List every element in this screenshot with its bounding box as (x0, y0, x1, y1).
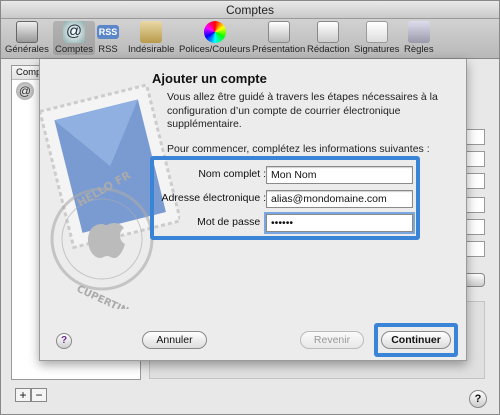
password-field[interactable]: •••••• (266, 214, 413, 232)
password-row: Mot de passe : •••••• (154, 214, 416, 234)
toolbar-label: Générales (5, 44, 49, 55)
email-row: Adresse électronique : alias@mondomaine.… (154, 190, 416, 210)
sheet-prompt: Pour commencer, complétez les informatio… (167, 143, 430, 155)
continue-button[interactable]: Continuer (381, 331, 451, 349)
toolbar-signatures[interactable]: Signatures (354, 21, 399, 55)
rss-icon: RSS (97, 25, 119, 39)
help-button[interactable]: ? (56, 333, 72, 349)
toolbar-indesirable[interactable]: Indésirable (128, 21, 174, 55)
toolbar-label: Rédaction (307, 44, 350, 55)
full-name-label: Nom complet : (198, 168, 266, 180)
toolbar-generales[interactable]: Générales (5, 21, 49, 55)
toolbar-regles[interactable]: Règles (404, 21, 434, 55)
add-account-sheet: HELLO FR CUPERTINO Ajouter un compte Vou… (39, 59, 467, 361)
cancel-button[interactable]: Annuler (142, 331, 207, 349)
full-name-field[interactable]: Mon Nom (266, 166, 413, 184)
window-title: Comptes (225, 3, 275, 17)
at-icon: @ (16, 82, 34, 100)
composing-icon (317, 21, 340, 43)
back-button[interactable]: Revenir (300, 331, 364, 349)
help-button[interactable]: ? (469, 390, 487, 408)
preferences-window: Comptes Générales @ Comptes RSS RSS Indé… (0, 0, 500, 415)
toolbar-label: Polices/Couleurs (179, 44, 251, 55)
junk-icon (140, 21, 163, 43)
toolbar-presentation[interactable]: Présentation (252, 21, 305, 55)
rules-icon (407, 21, 430, 43)
viewing-icon (267, 21, 290, 43)
full-name-row: Nom complet : Mon Nom (154, 166, 416, 186)
toolbar-redaction[interactable]: Rédaction (307, 21, 350, 55)
title-bar[interactable]: Comptes (1, 1, 499, 19)
toolbar-rss[interactable]: RSS RSS (97, 21, 119, 55)
account-form: Nom complet : Mon Nom Adresse électroniq… (150, 156, 420, 240)
continue-highlight: Continuer (374, 323, 458, 357)
toolbar-comptes[interactable]: @ Comptes (53, 21, 96, 55)
add-remove-controls: + − (15, 388, 47, 402)
at-icon: @ (63, 21, 85, 43)
signature-icon (365, 21, 388, 43)
toolbar-label: RSS (98, 44, 118, 55)
password-label: Mot de passe : (197, 216, 266, 228)
toolbar-polices-couleurs[interactable]: Polices/Couleurs (179, 21, 250, 55)
sheet-description: Vous allez être guidé à travers les étap… (167, 91, 438, 130)
toolbar-label: Indésirable (128, 44, 175, 55)
switch-icon (15, 21, 38, 43)
add-account-button[interactable]: + (15, 388, 31, 402)
email-field[interactable]: alias@mondomaine.com (266, 190, 413, 208)
toolbar-label: Présentation (252, 44, 306, 55)
fonts-colors-icon (203, 21, 226, 43)
toolbar-label: Signatures (354, 44, 400, 55)
remove-account-button[interactable]: − (31, 388, 47, 402)
sheet-title: Ajouter un compte (152, 71, 267, 86)
toolbar-label: Comptes (55, 44, 94, 55)
preferences-toolbar: Générales @ Comptes RSS RSS Indésirable … (1, 19, 499, 59)
toolbar-label: Règles (404, 44, 434, 55)
email-label: Adresse électronique : (161, 192, 266, 204)
